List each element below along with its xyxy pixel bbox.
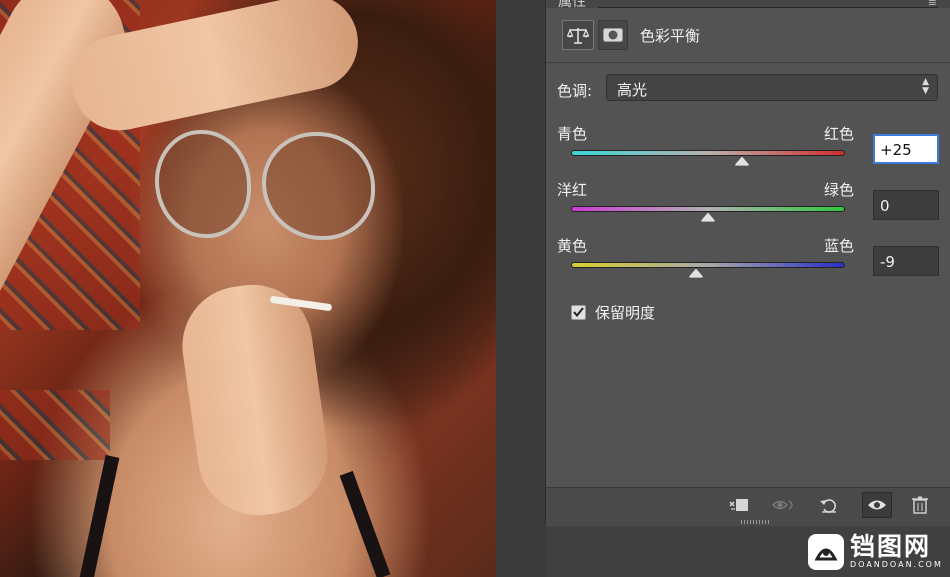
preserve-luminosity-label: 保留明度 [595, 303, 656, 322]
resize-grip[interactable] [741, 520, 771, 524]
trash-icon [912, 496, 928, 514]
cyan-red-track[interactable] [571, 150, 845, 156]
clip-to-layer-icon [729, 499, 748, 511]
canvas-photo [0, 0, 496, 577]
reset-button[interactable] [814, 492, 844, 518]
view-previous-state-button[interactable] [770, 492, 800, 518]
updown-arrows-icon: ▲ ▼ [922, 77, 929, 96]
balance-scale-icon [567, 28, 589, 44]
yellow-blue-track[interactable] [571, 262, 845, 268]
magenta-green-slider-group: 洋红 绿色 0 [546, 179, 950, 229]
slider-right-label: 红色 [824, 125, 855, 143]
title-divider [598, 0, 938, 8]
watermark-logo-icon [808, 533, 844, 570]
slider-thumb[interactable] [735, 156, 750, 166]
carpet-pattern [0, 390, 110, 460]
reset-icon [820, 499, 836, 513]
slider-right-label: 蓝色 [824, 237, 855, 255]
preserve-luminosity-option[interactable]: 保留明度 [571, 302, 655, 322]
watermark-en: DOANDOAN.COM [850, 560, 943, 569]
slider-left-label: 黄色 [557, 237, 588, 255]
tone-selected-value: 高光 [617, 81, 648, 99]
panel-title-bar: 属性 ≡ [546, 0, 950, 10]
preserve-luminosity-checkbox[interactable] [571, 304, 586, 320]
tone-label: 色调: [557, 82, 593, 100]
watermark: 铛图网 DOANDOAN.COM [808, 533, 943, 570]
watermark-cn: 铛图网 [850, 532, 932, 561]
toggle-visibility-button[interactable] [862, 492, 892, 518]
strap-right [339, 470, 391, 577]
delete-button[interactable] [905, 492, 935, 518]
panel-menu-icon[interactable]: ≡ [928, 0, 937, 9]
logo-mark-icon [814, 548, 838, 560]
adjustment-icon-button[interactable] [562, 20, 594, 50]
slider-right-label: 绿色 [824, 181, 855, 199]
view-previous-state-icon [772, 500, 793, 510]
slider-left-label: 洋红 [557, 181, 588, 199]
mask-icon-button[interactable] [598, 20, 628, 50]
sunglasses-lens-right [262, 132, 375, 240]
magenta-green-value-input[interactable]: 0 [873, 190, 939, 220]
yellow-blue-slider-group: 黄色 蓝色 -9 [546, 235, 950, 285]
panel-bottom-toolbar [546, 487, 950, 526]
panel-title: 属性 [558, 0, 586, 10]
adjustment-name: 色彩平衡 [640, 27, 701, 45]
slider-thumb[interactable] [688, 268, 703, 278]
workspace-gap [496, 0, 545, 577]
strap-left [78, 454, 120, 577]
watermark-text: 铛图网 DOANDOAN.COM [850, 533, 943, 570]
properties-panel: 属性 ≡ 色彩平衡 色调: 高光 ▲ ▼ 青色 红色 +25 洋红 绿色 0 黄… [545, 0, 950, 526]
hand [174, 277, 336, 523]
divider [546, 62, 950, 63]
tone-dropdown[interactable]: 高光 ▲ ▼ [606, 74, 938, 101]
sunglasses-lens-left [155, 130, 251, 238]
layer-mask-icon [603, 28, 623, 42]
yellow-blue-value-input[interactable]: -9 [873, 246, 939, 276]
slider-thumb[interactable] [701, 212, 715, 222]
eye-icon [868, 500, 886, 510]
cyan-red-slider-group: 青色 红色 +25 [546, 123, 950, 173]
clip-to-layer-button[interactable] [724, 492, 754, 518]
checkmark-icon [573, 307, 584, 317]
cyan-red-value-input[interactable]: +25 [873, 134, 939, 164]
slider-left-label: 青色 [557, 125, 588, 143]
